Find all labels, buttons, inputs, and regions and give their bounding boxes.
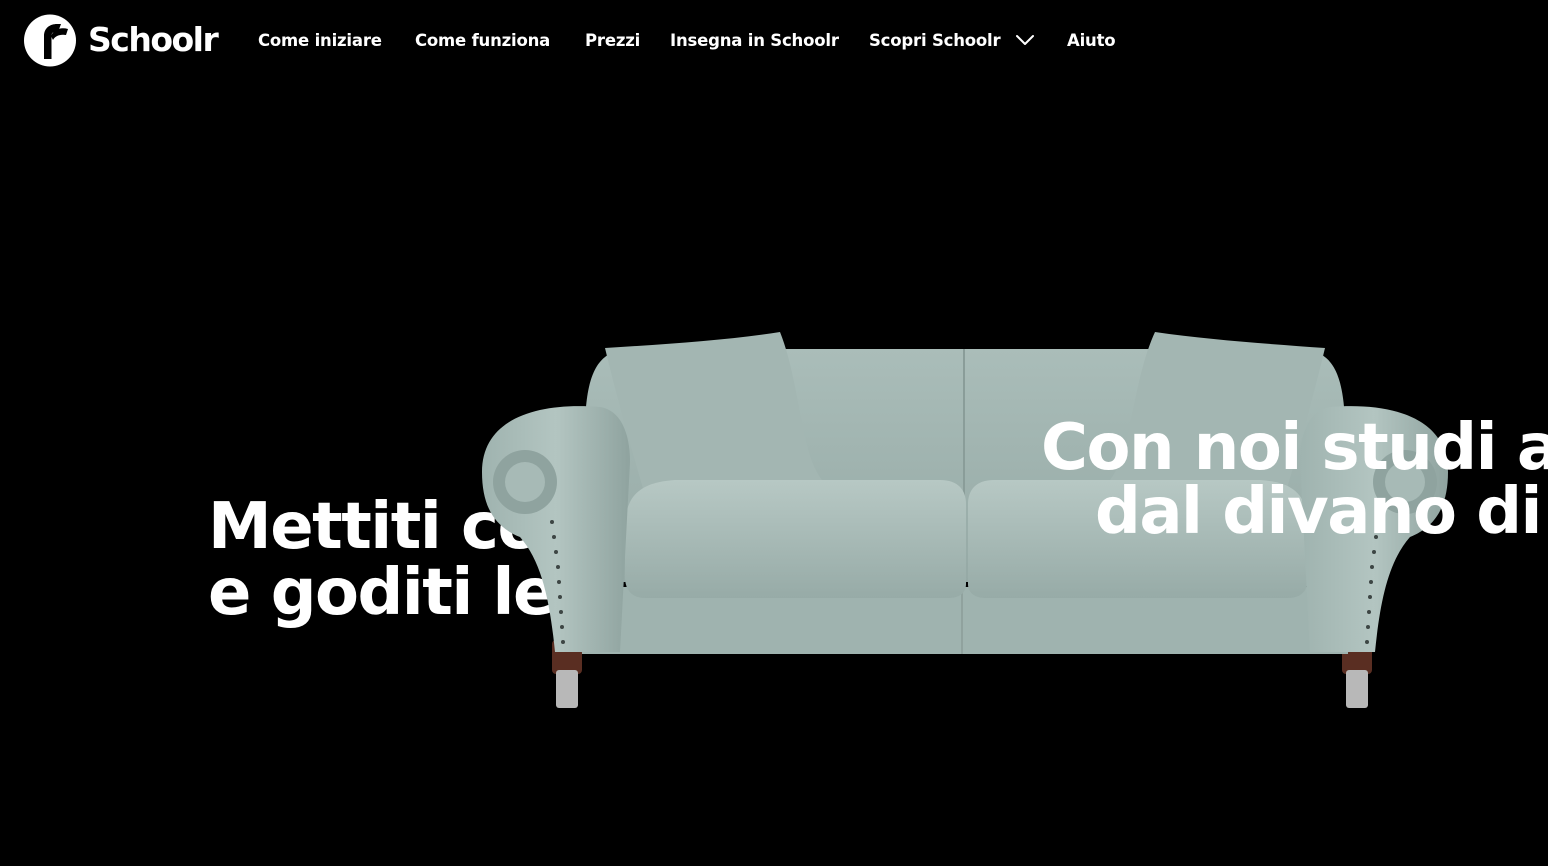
hero-right-line-2: dal divano di c	[1095, 475, 1548, 549]
nav-scopri-schoolr-dropdown[interactable]: Scopri Schoolr	[869, 29, 1035, 53]
nav-prezzi[interactable]: Prezzi	[585, 29, 640, 53]
hero-section: Mettiti co e goditi le Con noi studi an …	[0, 82, 1548, 866]
nav-scopri-schoolr-label: Scopri Schoolr	[869, 31, 1001, 50]
nav-aiuto[interactable]: Aiuto	[1067, 29, 1116, 53]
chevron-down-icon	[1015, 35, 1034, 45]
hero-right-line-1: Con noi studi an	[1041, 411, 1548, 485]
top-navigation-bar: Schoolr Come iniziare Come funziona Prez…	[0, 0, 1548, 82]
nav-insegna-in-schoolr[interactable]: Insegna in Schoolr	[670, 29, 839, 53]
nav-come-iniziare[interactable]: Come iniziare	[258, 29, 382, 53]
hero-headline-right: Con noi studi an dal divano di c	[1041, 416, 1548, 544]
nav-come-funziona[interactable]: Come funziona	[415, 29, 550, 53]
main-nav: Come iniziare Come funziona Prezzi Inseg…	[0, 29, 1548, 53]
